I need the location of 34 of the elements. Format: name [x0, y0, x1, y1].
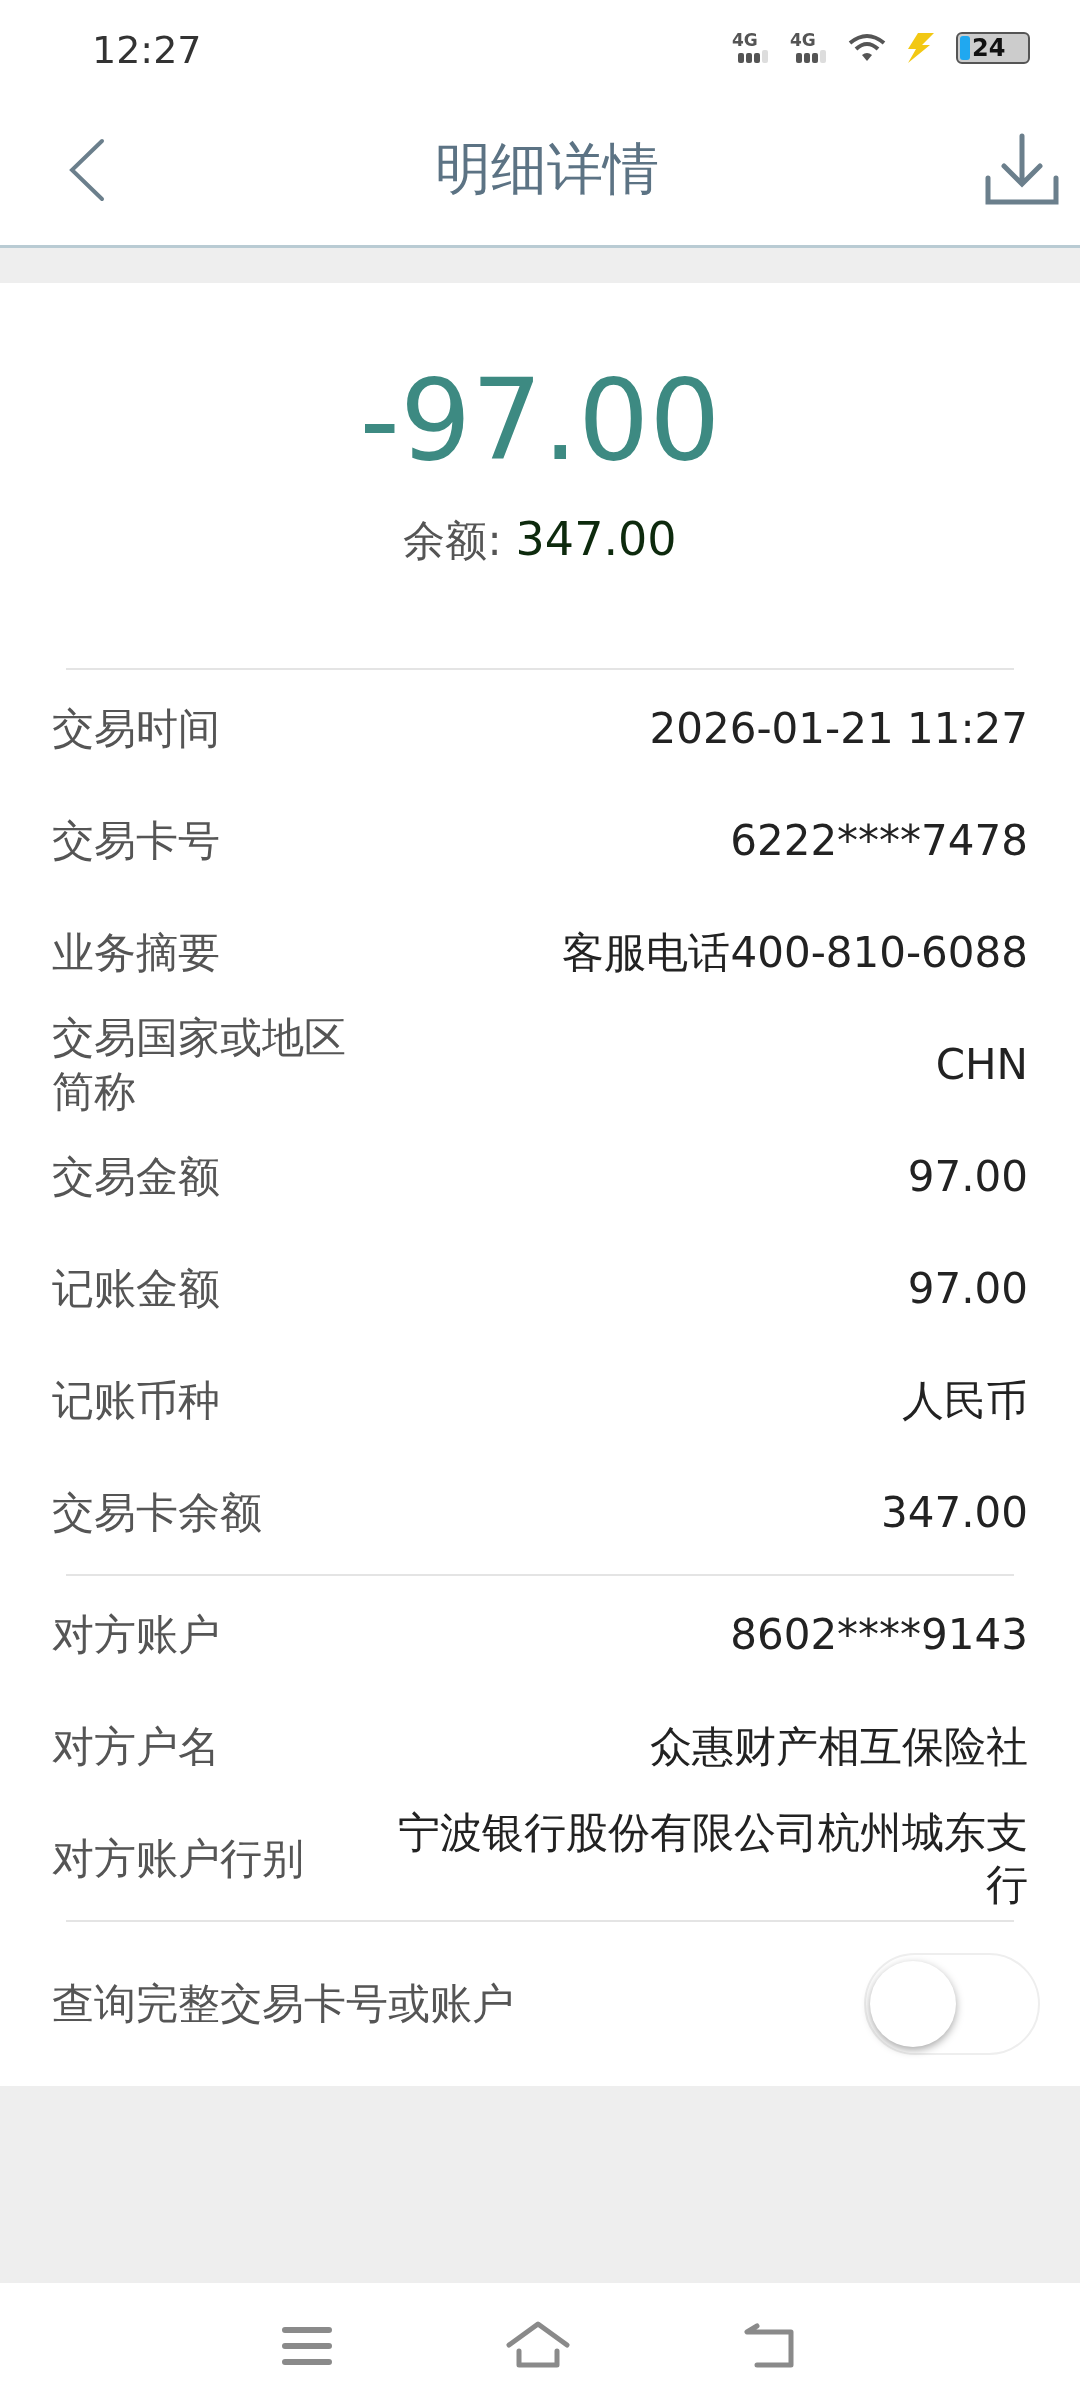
detail-label: 对方户名: [52, 1721, 220, 1773]
detail-label: 交易时间: [52, 703, 220, 755]
detail-label: 记账金额: [52, 1263, 220, 1315]
toggle-label: 查询完整交易卡号或账户: [52, 1978, 514, 2030]
detail-value: 人民币: [902, 1375, 1028, 1427]
detail-value: 347.00: [881, 1487, 1028, 1539]
detail-value: 6222****7478: [730, 815, 1028, 867]
transaction-amount: -97.00: [359, 359, 721, 483]
detail-label: 交易卡余额: [52, 1487, 262, 1539]
network-label: 4G: [732, 32, 758, 49]
wifi-icon: [848, 32, 886, 63]
detail-value: 97.00: [907, 1151, 1028, 1203]
detail-value: 8602****9143: [730, 1609, 1028, 1661]
detail-label: 交易卡号: [52, 815, 220, 867]
detail-label: 记账币种: [52, 1375, 220, 1427]
detail-value: 2026-01-21 11:27: [649, 703, 1028, 755]
detail-label: 对方账户: [52, 1609, 220, 1661]
battery-fill: [960, 35, 970, 60]
detail-label: 业务摘要: [52, 927, 220, 979]
detail-value: 97.00: [907, 1263, 1028, 1315]
status-time: 12:27: [92, 26, 203, 72]
detail-value: CHN: [935, 1039, 1028, 1091]
detail-value: 宁波银行股份有限公司杭州城东支行: [397, 1807, 1028, 1911]
detail-label: 对方账户行别: [52, 1833, 304, 1885]
detail-label: 交易国家或地区简称: [52, 1012, 347, 1118]
detail-value: 客服电话400-810-6088: [562, 927, 1028, 979]
balance-value: 347.00: [515, 512, 677, 567]
balance-label: 余额:: [403, 515, 502, 568]
home-button[interactable]: [505, 2320, 571, 2371]
battery-level: 24: [972, 33, 1006, 62]
page-title: 明细详情: [435, 135, 659, 203]
detail-label: 交易金额: [52, 1151, 220, 1203]
network-label: 4G: [790, 32, 816, 49]
detail-value: 众惠财产相互保险社: [650, 1721, 1028, 1773]
